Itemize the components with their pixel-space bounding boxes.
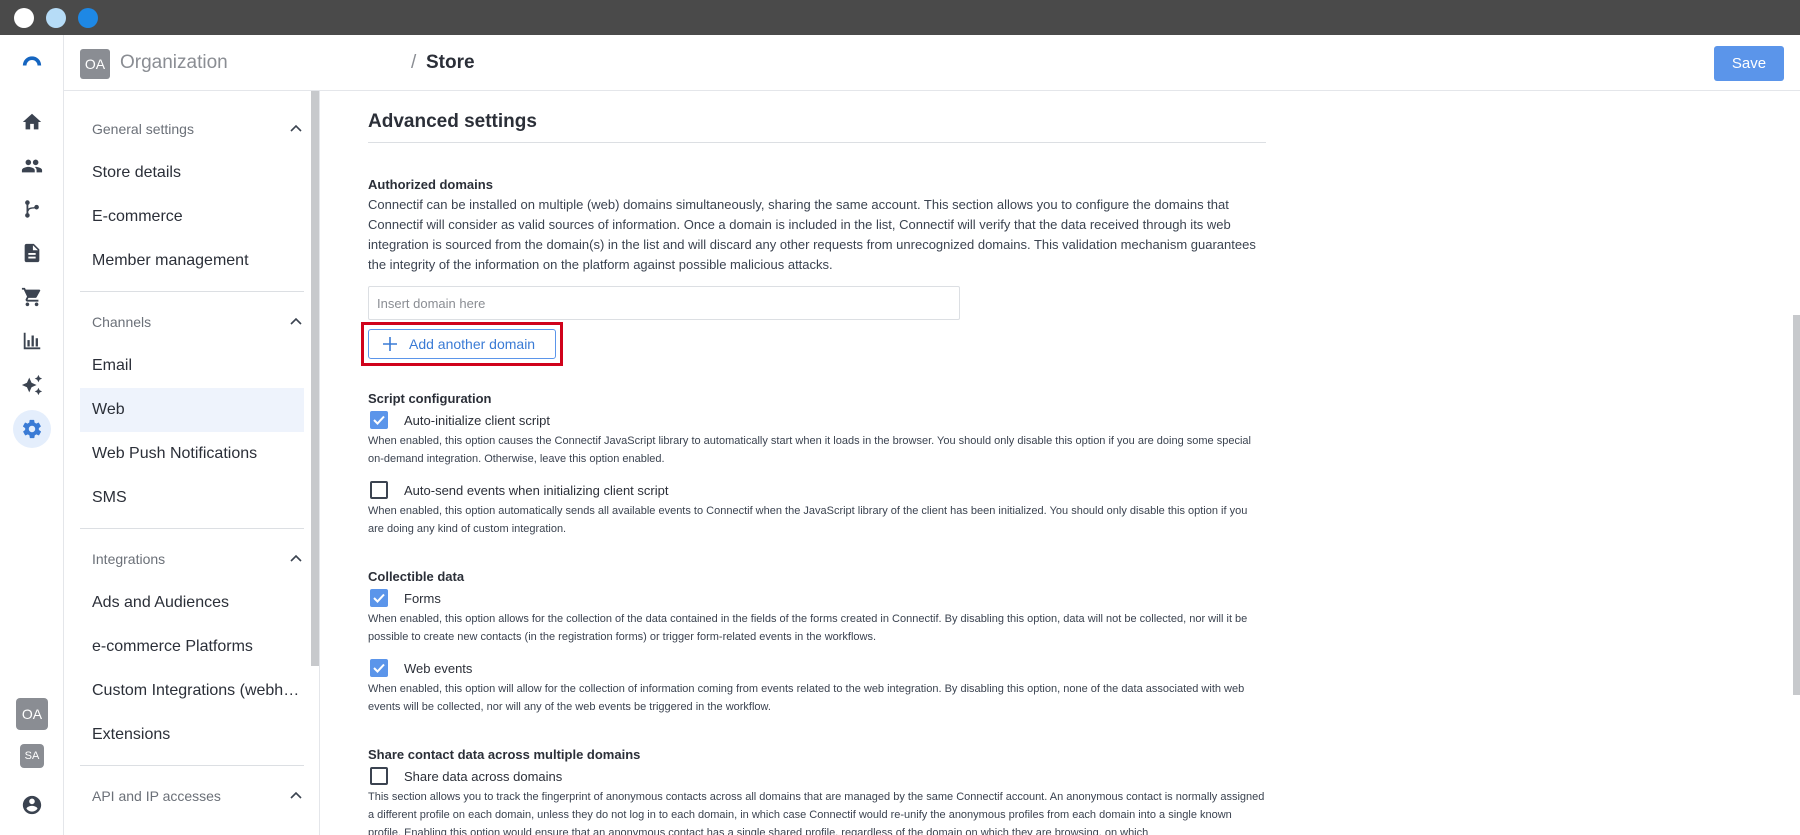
top-bar: OA Organization / Store Save bbox=[64, 35, 1800, 91]
auto-initialize-checkbox[interactable] bbox=[370, 411, 388, 429]
sidebar-item-member-management[interactable]: Member management bbox=[80, 239, 304, 283]
script-config-label: Script configuration bbox=[368, 391, 492, 406]
settings-sidebar: General settings Store details E-commerc… bbox=[64, 91, 320, 835]
check-icon bbox=[373, 663, 385, 673]
section-header-general[interactable]: General settings bbox=[92, 121, 312, 137]
auto-initialize-label[interactable]: Auto-initialize client script bbox=[404, 413, 550, 428]
people-icon[interactable] bbox=[17, 151, 47, 181]
divider bbox=[368, 142, 1266, 143]
org-badge[interactable]: OA bbox=[80, 49, 110, 79]
window-titlebar bbox=[0, 0, 1800, 35]
authorized-domains-label: Authorized domains bbox=[368, 177, 493, 192]
section-heading: Advanced settings bbox=[368, 111, 537, 132]
share-data-help: This section allows you to track the fin… bbox=[368, 791, 1265, 835]
auto-initialize-help: When enabled, this option causes the Con… bbox=[368, 435, 1251, 465]
logo-icon[interactable] bbox=[17, 45, 47, 75]
sidebar-item-email[interactable]: Email bbox=[80, 344, 304, 388]
sidebar-item-sms[interactable]: SMS bbox=[80, 476, 304, 520]
check-icon bbox=[373, 593, 385, 603]
window-close-dot[interactable] bbox=[14, 8, 34, 28]
web-events-checkbox[interactable] bbox=[370, 659, 388, 677]
divider bbox=[80, 765, 304, 766]
main-scrollbar[interactable] bbox=[1793, 315, 1800, 695]
divider bbox=[80, 528, 304, 529]
chevron-up-icon bbox=[290, 317, 302, 325]
sidebar-item-ads-audiences[interactable]: Ads and Audiences bbox=[80, 581, 304, 625]
forms-checkbox[interactable] bbox=[370, 589, 388, 607]
sidebar-item-web[interactable]: Web bbox=[80, 388, 304, 432]
user-circle-icon[interactable] bbox=[17, 790, 47, 820]
chevron-up-icon bbox=[290, 554, 302, 562]
share-data-checkbox[interactable] bbox=[370, 767, 388, 785]
web-events-label[interactable]: Web events bbox=[404, 661, 472, 676]
section-header-api[interactable]: API and IP accesses bbox=[92, 788, 312, 804]
divider bbox=[80, 291, 304, 292]
sidebar-scrollbar[interactable] bbox=[311, 91, 319, 666]
section-title: General settings bbox=[92, 121, 194, 137]
analytics-icon[interactable] bbox=[17, 326, 47, 356]
icon-rail: OA SA bbox=[0, 35, 64, 835]
auto-send-events-label[interactable]: Auto-send events when initializing clien… bbox=[404, 483, 668, 498]
avatar[interactable]: SA bbox=[20, 744, 44, 768]
share-data-label[interactable]: Share data across domains bbox=[404, 769, 562, 784]
web-events-help: When enabled, this option will allow for… bbox=[368, 683, 1245, 713]
section-title: API and IP accesses bbox=[92, 788, 221, 804]
sidebar-item-custom-integrations[interactable]: Custom Integrations (webhooks) bbox=[80, 669, 304, 713]
sidebar-item-ecommerce-platforms[interactable]: e-commerce Platforms bbox=[80, 625, 304, 669]
section-header-integrations[interactable]: Integrations bbox=[92, 551, 312, 567]
share-data-section-label: Share contact data across multiple domai… bbox=[368, 747, 641, 762]
save-button[interactable]: Save bbox=[1714, 46, 1784, 81]
auto-send-events-checkbox[interactable] bbox=[370, 481, 388, 499]
sidebar-item-e-commerce[interactable]: E-commerce bbox=[80, 195, 304, 239]
section-title: Integrations bbox=[92, 551, 166, 567]
home-icon[interactable] bbox=[17, 107, 47, 137]
section-title: Channels bbox=[92, 314, 152, 330]
sidebar-item-extensions[interactable]: Extensions bbox=[80, 713, 304, 757]
sparkle-icon[interactable] bbox=[17, 370, 47, 400]
breadcrumb-separator: / bbox=[411, 52, 417, 73]
authorized-domains-description: Connectif can be installed on multiple (… bbox=[368, 197, 1256, 272]
chevron-up-icon bbox=[290, 124, 302, 132]
chevron-up-icon bbox=[290, 791, 302, 799]
section-header-channels[interactable]: Channels bbox=[92, 314, 312, 330]
check-icon bbox=[373, 415, 385, 425]
auto-send-events-help: When enabled, this option automatically … bbox=[368, 505, 1248, 535]
window-maximize-dot[interactable] bbox=[78, 8, 98, 28]
org-name[interactable]: Organization bbox=[120, 52, 228, 74]
main-content: Advanced settings Authorized domains Con… bbox=[320, 91, 1800, 835]
domain-input[interactable] bbox=[368, 286, 960, 320]
sidebar-item-store-details[interactable]: Store details bbox=[80, 151, 304, 195]
window-minimize-dot[interactable] bbox=[46, 8, 66, 28]
highlight-box bbox=[361, 322, 563, 366]
forms-help: When enabled, this option allows for the… bbox=[368, 613, 1248, 643]
sidebar-item-web-push[interactable]: Web Push Notifications bbox=[80, 432, 304, 476]
forms-label[interactable]: Forms bbox=[404, 591, 441, 606]
workflow-icon[interactable] bbox=[17, 194, 47, 224]
avatar[interactable]: OA bbox=[16, 698, 48, 730]
collectible-data-label: Collectible data bbox=[368, 569, 465, 584]
cart-icon[interactable] bbox=[17, 282, 47, 312]
settings-icon[interactable] bbox=[13, 410, 51, 448]
page-title: Store bbox=[426, 52, 475, 73]
document-icon[interactable] bbox=[17, 238, 47, 268]
